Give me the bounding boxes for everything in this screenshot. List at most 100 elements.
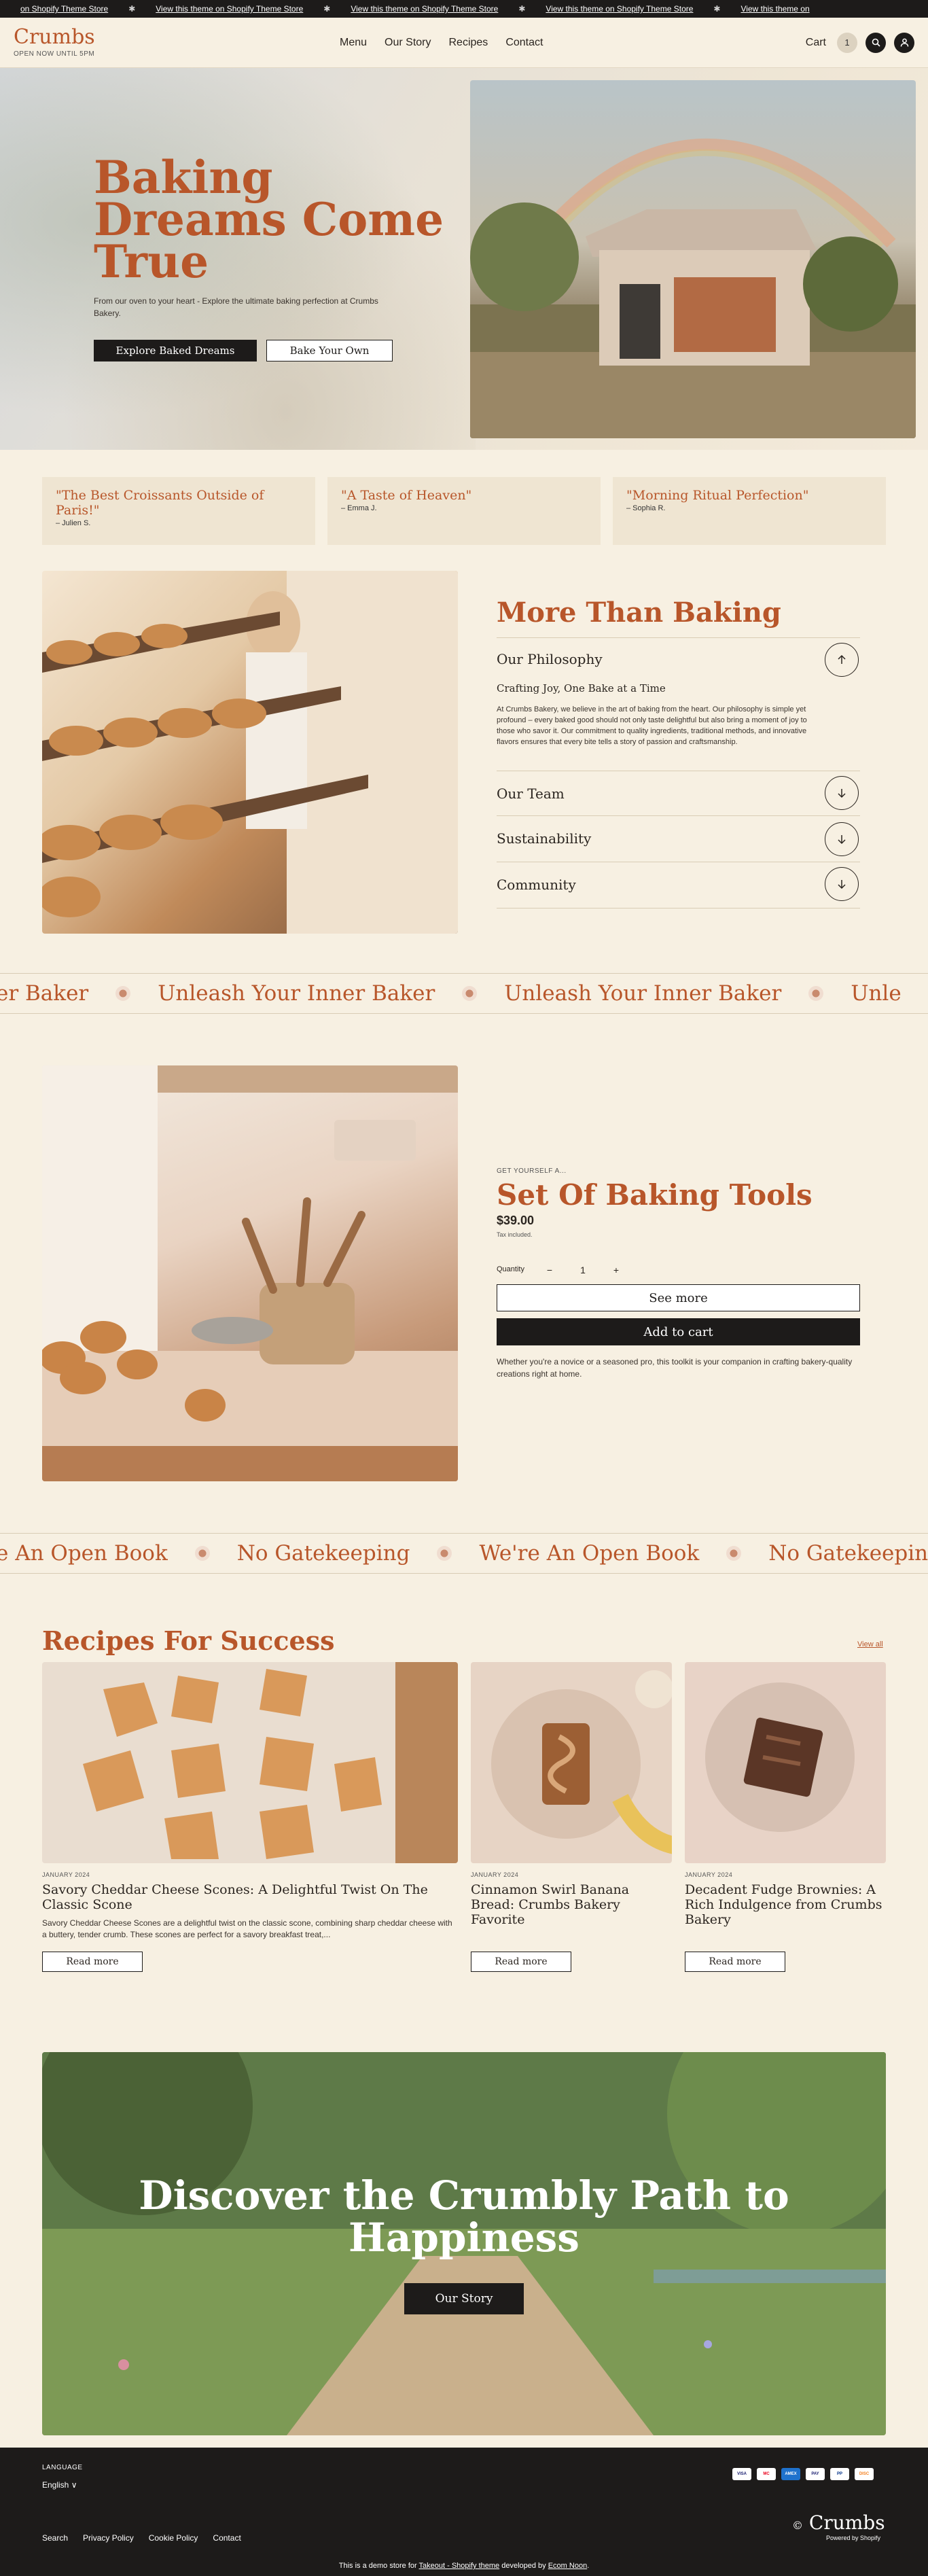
separator: ✱ xyxy=(128,4,136,14)
search-icon[interactable] xyxy=(865,32,886,53)
flower-icon xyxy=(462,986,478,1001)
story-banner: Discover the Crumbly Path to Happiness O… xyxy=(42,2052,886,2435)
see-more-button[interactable]: See more xyxy=(497,1284,860,1311)
nav-contact[interactable]: Contact xyxy=(505,37,543,49)
language-selector[interactable]: English ∨ xyxy=(42,2480,77,2490)
main-nav: Menu Our Story Recipes Contact xyxy=(340,37,806,49)
announcement-bar: on Shopify Theme Store ✱ View this theme … xyxy=(0,0,928,18)
amex-icon: AMEX xyxy=(781,2468,800,2480)
quantity-value[interactable]: 1 xyxy=(573,1265,593,1275)
recipes-title: Recipes For Success xyxy=(42,1625,335,1656)
footer-link-privacy[interactable]: Privacy Policy xyxy=(83,2533,134,2543)
language-label: LANGUAGE xyxy=(42,2464,83,2471)
baking-tools-image xyxy=(42,1065,458,1481)
announcement-link[interactable]: View this theme on Shopify Theme Store xyxy=(546,4,693,14)
demo-note-suffix: . xyxy=(587,2562,590,2570)
nav-recipes[interactable]: Recipes xyxy=(449,37,488,49)
post-title[interactable]: Cinnamon Swirl Banana Bread: Crumbs Bake… xyxy=(471,1882,668,1927)
marquee-text: er Baker xyxy=(0,981,89,1006)
post-date: JANUARY 2024 xyxy=(685,1871,733,1878)
read-more-button[interactable]: Read more xyxy=(42,1952,143,1972)
minus-icon[interactable]: − xyxy=(539,1265,560,1275)
announcement-link[interactable]: View this theme on Shopify Theme Store xyxy=(156,4,303,14)
demo-note: This is a demo store for Takeout - Shopi… xyxy=(0,2562,928,2570)
hero-title: Baking Dreams Come True xyxy=(94,151,444,288)
announcement-link[interactable]: View this theme on Shopify Theme Store xyxy=(351,4,498,14)
recipe-image-brownies[interactable] xyxy=(685,1662,886,1863)
marquee-text: No Gatekeeping xyxy=(768,1541,928,1566)
footer-link-contact[interactable]: Contact xyxy=(213,2533,240,2543)
hero-section: Baking Dreams Come True From our oven to… xyxy=(0,68,928,450)
testimonial-card: "A Taste of Heaven" – Emma J. xyxy=(327,477,601,545)
about-title: More Than Baking xyxy=(497,597,781,629)
accordion-philosophy-label[interactable]: Our Philosophy xyxy=(497,651,603,667)
testimonial-quote: "Morning Ritual Perfection" xyxy=(626,488,809,503)
marquee-text: We're An Open Book xyxy=(479,1541,700,1566)
marquee-text: Unleash Your Inner Baker xyxy=(158,981,435,1006)
add-to-cart-button[interactable]: Add to cart xyxy=(497,1318,860,1345)
bake-your-own-button[interactable]: Bake Your Own xyxy=(266,340,393,361)
separator: ✱ xyxy=(518,4,526,14)
plus-icon[interactable]: + xyxy=(606,1265,626,1275)
chevron-down-icon[interactable] xyxy=(825,776,859,810)
brand-logo[interactable]: Crumbs xyxy=(14,27,340,48)
accordion-team-label[interactable]: Our Team xyxy=(497,786,565,802)
marquee-text: Unleash Your Inner Baker xyxy=(504,981,782,1006)
testimonial-card: "The Best Croissants Outside of Paris!" … xyxy=(42,477,315,545)
cart-count-badge[interactable]: 1 xyxy=(837,32,857,53)
post-title[interactable]: Savory Cheddar Cheese Scones: A Delightf… xyxy=(42,1882,450,1912)
flower-icon xyxy=(194,1546,210,1561)
banner-title: Discover the Crumbly Path to Happiness xyxy=(139,2172,789,2261)
account-icon[interactable] xyxy=(894,32,914,53)
marquee-text: e An Open Book xyxy=(0,1541,168,1566)
chevron-down-icon[interactable] xyxy=(825,822,859,856)
product-note: Whether you're a novice or a seasoned pr… xyxy=(497,1357,853,1379)
footer-links: Search Privacy Policy Cookie Policy Cont… xyxy=(42,2533,241,2543)
footer-link-cookie[interactable]: Cookie Policy xyxy=(149,2533,198,2543)
accordion-body: At Crumbs Bakery, we believe in the art … xyxy=(497,705,807,746)
post-date: JANUARY 2024 xyxy=(42,1871,90,1878)
divider xyxy=(497,815,860,816)
footer-brand-name[interactable]: Crumbs xyxy=(809,2511,885,2534)
accordion-community-label[interactable]: Community xyxy=(497,877,576,893)
demo-note-mid: developed by xyxy=(499,2562,548,2570)
testimonial-card: "Morning Ritual Perfection" – Sophia R. xyxy=(613,477,886,545)
bakery-shelves-image xyxy=(42,571,458,934)
marquee-text: No Gatekeeping xyxy=(236,1541,410,1566)
read-more-button[interactable]: Read more xyxy=(471,1952,571,1972)
our-story-button[interactable]: Our Story xyxy=(404,2283,524,2314)
accordion-sustainability-label[interactable]: Sustainability xyxy=(497,830,591,847)
cart-link[interactable]: Cart xyxy=(806,37,826,49)
announcement-link[interactable]: View this theme on xyxy=(740,4,809,14)
brand[interactable]: Crumbs OPEN NOW UNTIL 5PM xyxy=(14,27,340,58)
powered-by-link[interactable]: Powered by Shopify xyxy=(826,2535,880,2541)
flower-icon xyxy=(115,986,131,1001)
theme-link[interactable]: Takeout - Shopify theme xyxy=(419,2562,500,2570)
flower-icon xyxy=(808,986,824,1001)
footer-brand[interactable]: © Crumbs xyxy=(792,2511,885,2534)
site-footer: LANGUAGE English ∨ VISA MC AMEX PAY PP D… xyxy=(0,2448,928,2576)
recipe-image-scones[interactable] xyxy=(42,1662,458,1863)
chevron-up-icon[interactable] xyxy=(825,643,859,677)
announcement-link[interactable]: on Shopify Theme Store xyxy=(20,4,108,14)
explore-button[interactable]: Explore Baked Dreams xyxy=(94,340,257,361)
divider xyxy=(497,637,860,638)
marquee-banner: e An Open Book No Gatekeeping We're An O… xyxy=(0,1533,928,1574)
quantity-stepper: − 1 + xyxy=(539,1260,626,1280)
nav-menu[interactable]: Menu xyxy=(340,37,367,49)
marquee-banner: er Baker Unleash Your Inner Baker Unleas… xyxy=(0,973,928,1014)
read-more-button[interactable]: Read more xyxy=(685,1952,785,1972)
nav-our-story[interactable]: Our Story xyxy=(385,37,431,49)
pay-icon: PAY xyxy=(806,2468,825,2480)
chevron-down-icon[interactable] xyxy=(825,867,859,901)
developer-link[interactable]: Ecom Noon xyxy=(548,2562,587,2570)
recipe-image-banana-bread[interactable] xyxy=(471,1662,672,1863)
testimonial-author: – Emma J. xyxy=(341,504,377,512)
view-all-link[interactable]: View all xyxy=(857,1640,883,1648)
product-eyebrow: GET YOURSELF A... xyxy=(497,1167,567,1175)
footer-link-search[interactable]: Search xyxy=(42,2533,68,2543)
flower-icon xyxy=(726,1546,742,1561)
testimonial-quote: "A Taste of Heaven" xyxy=(341,488,472,503)
post-title[interactable]: Decadent Fudge Brownies: A Rich Indulgen… xyxy=(685,1882,886,1927)
accordion-subtitle: Crafting Joy, One Bake at a Time xyxy=(497,682,666,694)
